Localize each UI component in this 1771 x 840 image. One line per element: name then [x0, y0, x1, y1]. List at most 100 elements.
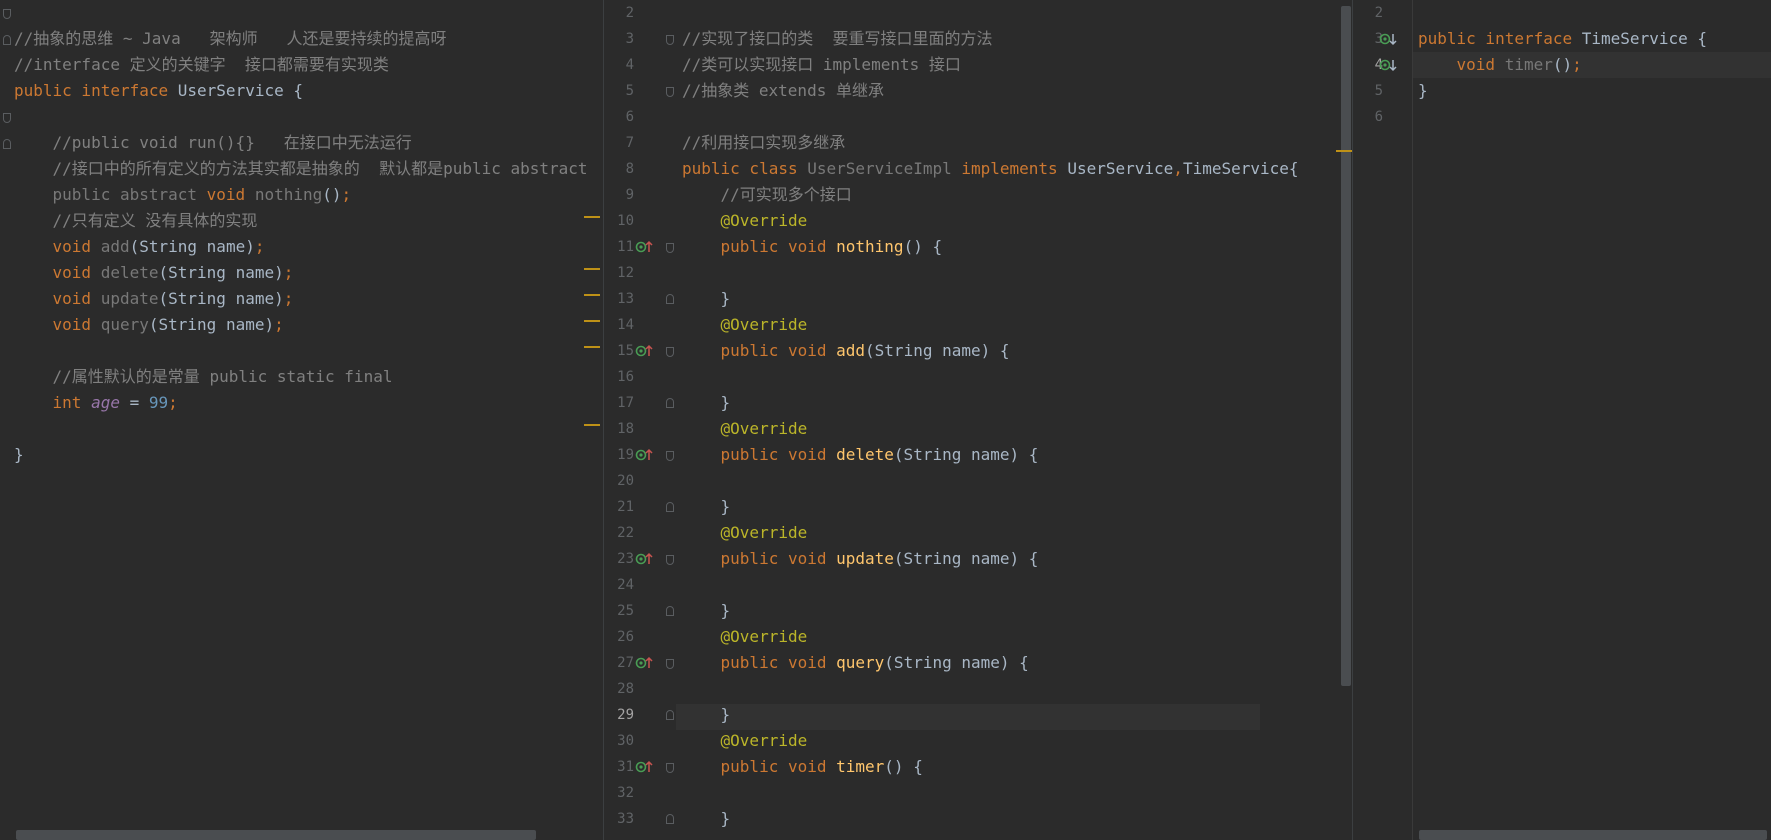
code-line[interactable]: public void query(String name) { [682, 650, 1029, 676]
code-line[interactable]: @Override [682, 728, 808, 754]
override-method-icon[interactable] [635, 448, 653, 462]
fold-marker[interactable] [666, 451, 674, 461]
code-line[interactable]: @Override [682, 416, 808, 442]
code-line[interactable]: void update(String name); [14, 286, 294, 312]
warning-stripe-marker[interactable] [584, 268, 600, 270]
code-line[interactable]: //可实现多个接口 [682, 182, 852, 208]
code-token: ; [341, 185, 352, 204]
code-line[interactable]: //类可以实现接口 implements 接口 [682, 52, 961, 78]
fold-marker[interactable] [3, 139, 11, 149]
fold-marker[interactable] [666, 814, 674, 824]
fold-marker[interactable] [3, 35, 11, 45]
line-number: 29 [617, 707, 634, 723]
code-line[interactable]: public interface UserService { [14, 78, 303, 104]
right-editor-pane[interactable]: 23456 public interface TimeService { voi… [1353, 0, 1771, 840]
code-token: @Override [682, 627, 808, 646]
code-line[interactable]: //只有定义 没有具体的实现 [14, 208, 258, 234]
code-token: } [14, 445, 24, 464]
code-line[interactable]: //interface 定义的关键字 接口都需要有实现类 [14, 52, 389, 78]
code-line[interactable]: //属性默认的是常量 public static final [14, 364, 393, 390]
fold-marker[interactable] [666, 243, 674, 253]
fold-marker[interactable] [666, 398, 674, 408]
fold-marker[interactable] [666, 502, 674, 512]
code-line[interactable]: public interface TimeService { [1418, 26, 1707, 52]
middle-editor-pane[interactable]: 2 3 4 5 6 7 8 9 10 11 12 13 14 15 16 17 18 19 20 21 22 23 24 25… [604, 0, 1353, 840]
fold-marker[interactable] [666, 763, 674, 773]
code-line[interactable]: public void delete(String name) { [682, 442, 1039, 468]
code-token: public void [682, 341, 837, 360]
fold-marker[interactable] [666, 555, 674, 565]
code-token: public static final [209, 367, 393, 386]
implemented-method-icon[interactable] [1379, 58, 1397, 72]
fold-marker[interactable] [666, 606, 674, 616]
code-line[interactable]: public void timer() { [682, 754, 923, 780]
line-number: 8 [625, 161, 634, 177]
code-line[interactable]: //public void run(){} 在接口中无法运行 [14, 130, 412, 156]
left-editor-pane[interactable]: //抽象的思维 ~ Java 架构师 人还是要持续的提高呀 //interface… [0, 0, 604, 840]
override-method-icon[interactable] [635, 240, 653, 254]
warning-stripe-marker[interactable] [584, 294, 600, 296]
middle-vertical-scrollbar[interactable] [1341, 6, 1351, 686]
code-line[interactable]: void timer(); [1418, 52, 1582, 78]
code-token: delete [100, 263, 159, 282]
code-line[interactable]: public void nothing() { [682, 234, 943, 260]
code-line[interactable]: } [682, 598, 731, 624]
code-line[interactable]: } [682, 702, 731, 728]
code-token: (String name) [158, 289, 284, 308]
override-method-icon[interactable] [635, 760, 653, 774]
warning-stripe-marker[interactable] [584, 320, 600, 322]
line-number: 7 [625, 135, 634, 151]
code-line[interactable]: public abstract void nothing(); [14, 182, 352, 208]
code-token: ; [1572, 55, 1582, 74]
code-line[interactable]: } [1418, 78, 1428, 104]
code-token: query [100, 315, 149, 334]
override-method-icon[interactable] [635, 656, 653, 670]
current-line-highlight [676, 704, 1260, 730]
implemented-method-icon[interactable] [1379, 32, 1397, 46]
fold-marker[interactable] [3, 9, 11, 19]
code-line[interactable]: void delete(String name); [14, 260, 294, 286]
fold-marker[interactable] [666, 294, 674, 304]
warning-stripe-marker[interactable] [584, 424, 600, 426]
fold-marker[interactable] [3, 113, 11, 123]
code-line[interactable]: } [682, 286, 731, 312]
override-method-icon[interactable] [635, 344, 653, 358]
override-method-icon[interactable] [635, 552, 653, 566]
code-line[interactable]: } [682, 494, 731, 520]
code-line[interactable]: @Override [682, 624, 808, 650]
code-line[interactable]: } [14, 442, 24, 468]
fold-marker[interactable] [666, 659, 674, 669]
code-line[interactable]: @Override [682, 312, 808, 338]
left-horizontal-scrollbar[interactable] [16, 830, 536, 840]
line-number: 2 [1374, 5, 1383, 21]
code-line[interactable]: //抽象的思维 ~ Java 架构师 人还是要持续的提高呀 [14, 26, 447, 52]
code-token: //抽象类 extends 单继承 [682, 81, 884, 100]
code-line[interactable]: public void add(String name) { [682, 338, 1010, 364]
code-line[interactable]: //实现了接口的类 要重写接口里面的方法 [682, 26, 993, 52]
code-token: @Override [682, 419, 808, 438]
code-token: //属性默认的是常量 [14, 367, 210, 386]
right-horizontal-scrollbar[interactable] [1419, 830, 1767, 840]
code-line[interactable]: //抽象类 extends 单继承 [682, 78, 884, 104]
fold-marker[interactable] [666, 87, 674, 97]
warning-stripe-marker[interactable] [584, 216, 600, 218]
code-line[interactable]: @Override [682, 520, 808, 546]
code-line[interactable]: } [682, 390, 731, 416]
code-line[interactable]: public class UserServiceImpl implements … [682, 156, 1299, 182]
warning-stripe-marker[interactable] [584, 346, 600, 348]
code-line[interactable]: void add(String name); [14, 234, 265, 260]
middle-error-stripe-marker[interactable] [1336, 150, 1352, 152]
code-line[interactable]: //接口中的所有定义的方法其实都是抽象的 默认都是public abstract [14, 156, 588, 182]
fold-marker[interactable] [666, 35, 674, 45]
fold-marker[interactable] [666, 710, 674, 720]
fold-marker[interactable] [666, 347, 674, 357]
line-number: 25 [617, 603, 634, 619]
code-line[interactable]: @Override [682, 208, 808, 234]
code-line[interactable]: } [682, 806, 731, 832]
code-line[interactable]: //利用接口实现多继承 [682, 130, 845, 156]
code-line[interactable]: public void update(String name) { [682, 546, 1039, 572]
code-line[interactable]: void query(String name); [14, 312, 284, 338]
line-number: 12 [617, 265, 634, 281]
code-line[interactable]: int age = 99; [14, 390, 178, 416]
code-token: (String name) { [893, 549, 1039, 568]
